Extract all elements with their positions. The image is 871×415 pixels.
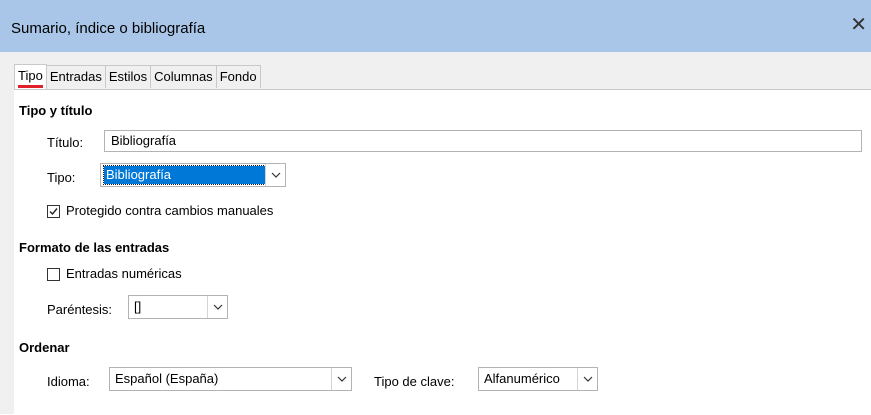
- tab-entradas[interactable]: Entradas: [45, 65, 106, 88]
- idioma-select-value: Español (España): [115, 371, 219, 386]
- tab-tipo-label: Tipo: [18, 68, 43, 83]
- clave-select[interactable]: Alfanumérico: [478, 367, 598, 391]
- section-heading-ordenar: Ordenar: [19, 340, 70, 355]
- title-bar: Sumario, índice o bibliografía ✕: [0, 0, 871, 52]
- titulo-label: Título:: [47, 135, 84, 150]
- chevron-down-icon[interactable]: [265, 164, 285, 186]
- tipo-select[interactable]: Bibliografía: [100, 163, 286, 187]
- parentesis-select-value: []: [134, 299, 142, 314]
- chevron-down-icon[interactable]: [207, 296, 227, 318]
- chevron-down-icon[interactable]: [577, 368, 597, 390]
- tab-bar: Tipo Entradas Estilos Columnas Fondo: [14, 64, 261, 89]
- checkmark-icon: [49, 208, 58, 216]
- clave-select-value: Alfanumérico: [484, 371, 560, 386]
- idioma-label: Idioma:: [47, 374, 90, 389]
- tab-columnas[interactable]: Columnas: [150, 65, 217, 88]
- idioma-select[interactable]: Español (España): [109, 367, 352, 391]
- numericas-checkbox[interactable]: [47, 268, 60, 281]
- parentesis-select[interactable]: []: [128, 295, 228, 319]
- tab-fondo-label: Fondo: [219, 69, 257, 84]
- tab-panel-tipo: Tipo y título Título: Bibliografía Tipo:…: [14, 89, 871, 415]
- section-heading-formato: Formato de las entradas: [19, 240, 170, 255]
- titulo-input[interactable]: Bibliografía: [104, 130, 862, 152]
- tab-estilos-label: Estilos: [108, 69, 148, 84]
- protegido-checkbox[interactable]: [47, 205, 60, 218]
- parentesis-label: Paréntesis:: [47, 302, 113, 317]
- tipo-select-value: Bibliografía: [103, 165, 266, 185]
- protegido-label[interactable]: Protegido contra cambios manuales: [66, 203, 273, 218]
- dialog-body: Tipo Entradas Estilos Columnas Fondo Tip…: [0, 52, 871, 415]
- tab-columnas-label: Columnas: [154, 69, 213, 84]
- clave-label: Tipo de clave:: [374, 374, 455, 389]
- tipo-label: Tipo:: [47, 170, 76, 185]
- tab-tipo[interactable]: Tipo: [14, 64, 47, 89]
- tab-fondo[interactable]: Fondo: [215, 65, 261, 88]
- chevron-down-icon[interactable]: [331, 368, 351, 390]
- close-icon[interactable]: ✕: [850, 15, 867, 35]
- window-title: Sumario, índice o bibliografía: [11, 20, 206, 37]
- tab-entradas-label: Entradas: [49, 69, 102, 84]
- active-tab-indicator: [18, 85, 43, 88]
- numericas-label[interactable]: Entradas numéricas: [66, 266, 182, 281]
- section-heading-tipo-titulo: Tipo y título: [19, 103, 93, 118]
- tab-estilos[interactable]: Estilos: [104, 65, 152, 88]
